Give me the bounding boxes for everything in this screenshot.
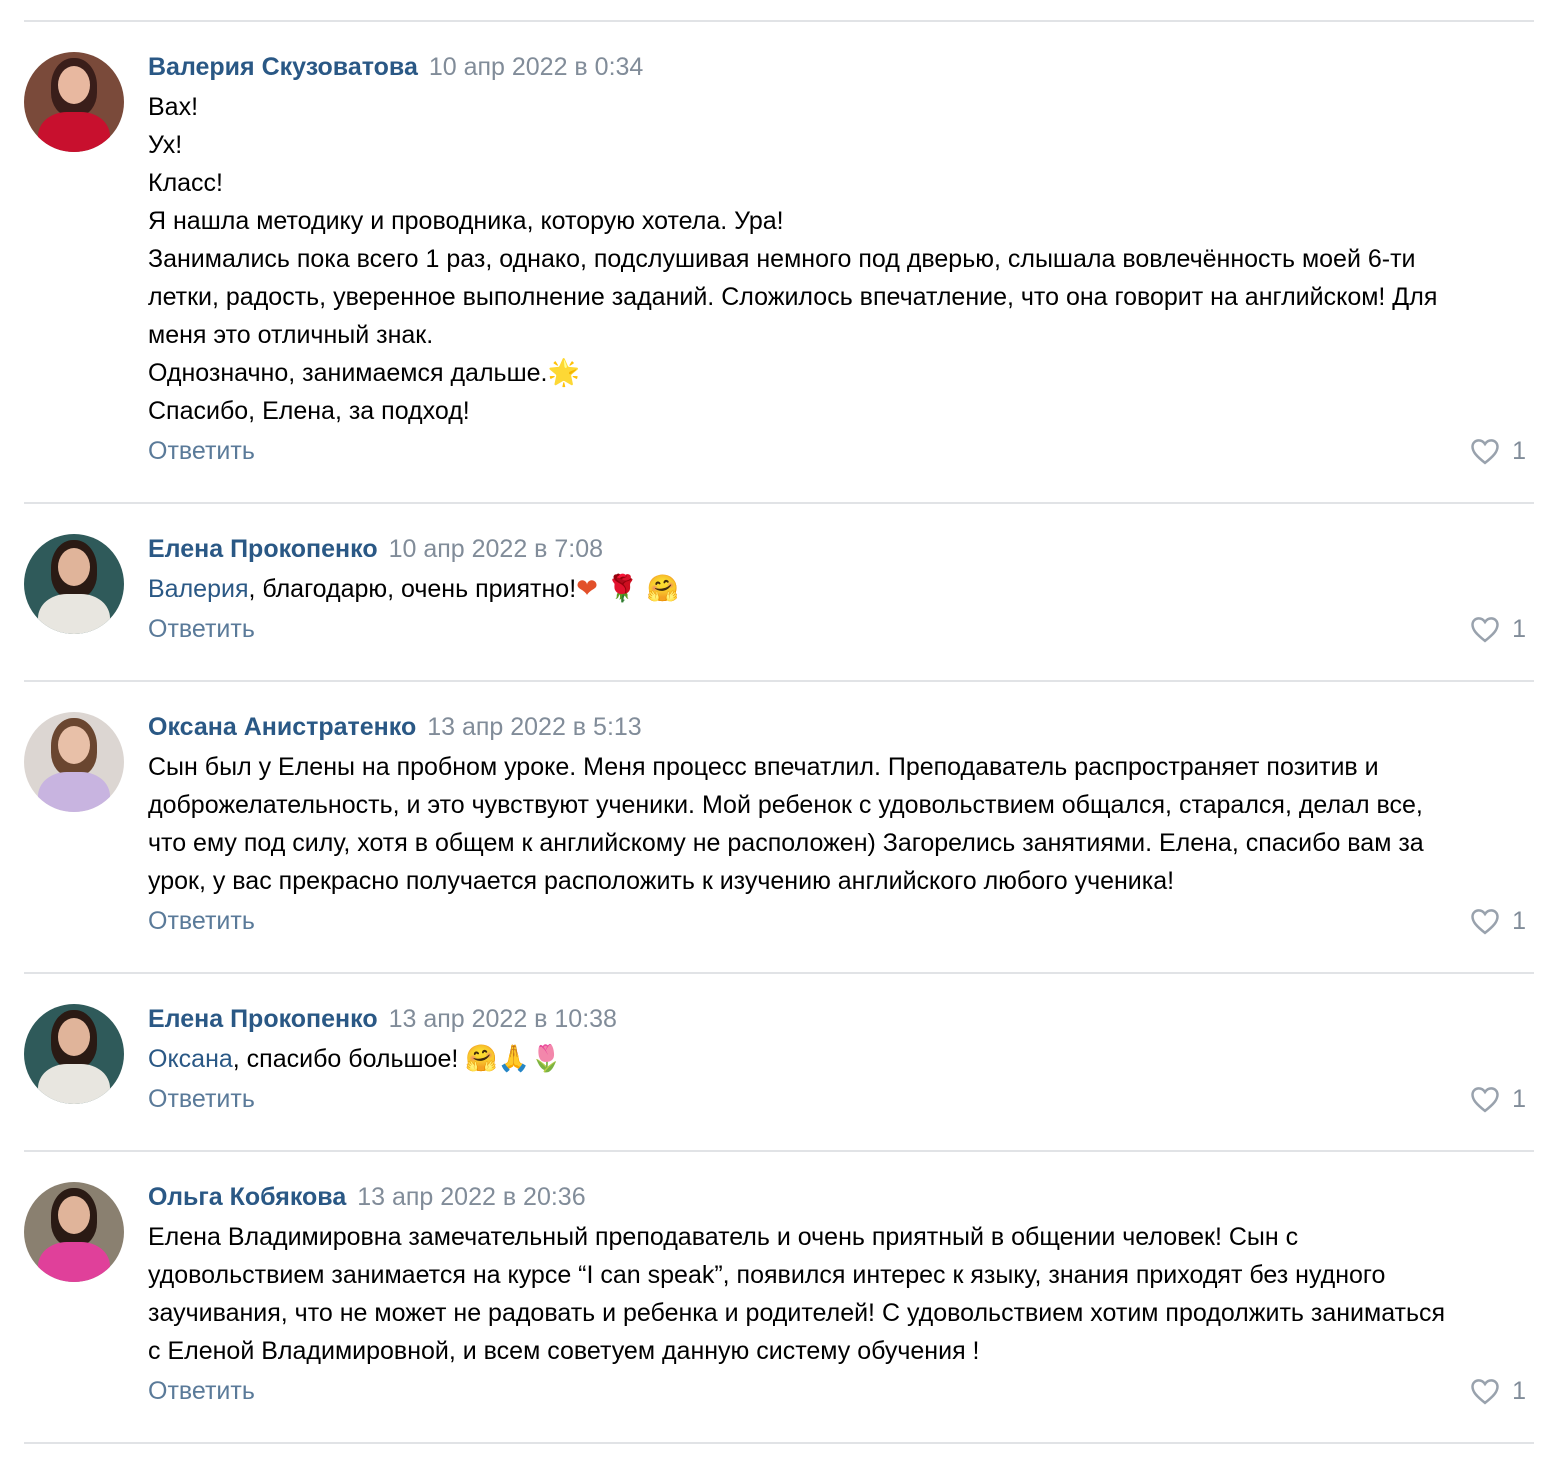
heart-icon — [1471, 1087, 1499, 1113]
avatar-body — [38, 1064, 110, 1104]
comment: Елена Прокопенко 10 апр 2022 в 7:08 Вале… — [24, 504, 1534, 680]
text-line-content: , благодарю, очень приятно! — [248, 575, 577, 603]
author-name[interactable]: Елена Прокопенко — [148, 1005, 378, 1033]
text-line-content: , спасибо большое! — [232, 1045, 466, 1073]
comment-text: Елена Владимировна замечательный препода… — [148, 1218, 1534, 1370]
avatar-body — [38, 112, 110, 152]
reply-button[interactable]: Ответить — [148, 1085, 255, 1113]
author-name[interactable]: Елена Прокопенко — [148, 535, 378, 563]
comment-text: Валерия, благодарю, очень приятно!❤ 🌹 🤗 — [148, 570, 1534, 608]
avatar-body — [38, 772, 110, 812]
comment-date[interactable]: 13 апр 2022 в 20:36 — [357, 1183, 585, 1211]
avatar-face — [58, 1196, 90, 1234]
avatar[interactable] — [24, 52, 124, 152]
reply-button[interactable]: Ответить — [148, 615, 255, 643]
reply-button[interactable]: Ответить — [148, 1377, 255, 1405]
text-line: Занимались пока всего 1 раз, однако, под… — [148, 245, 1416, 273]
author-name[interactable]: Ольга Кобякова — [148, 1183, 346, 1211]
comment-text: Вах! Ух! Класс! Я нашла методику и прово… — [148, 88, 1534, 430]
text-line: Сын был у Елены на пробном уроке. Меня п… — [148, 753, 1379, 781]
emoji-icons: 🤗🙏🌷 — [465, 1044, 563, 1074]
like-count: 1 — [1512, 437, 1526, 465]
avatar-face — [58, 726, 90, 764]
comment-text: Сын был у Елены на пробном уроке. Меня п… — [148, 748, 1534, 900]
like-count: 1 — [1512, 907, 1526, 935]
like-count: 1 — [1512, 1377, 1526, 1405]
text-line: удовольствием занимается на курсе “I can… — [148, 1261, 1386, 1289]
heart-icon — [1471, 909, 1499, 935]
star-emoji-icon: 🌟 — [547, 358, 580, 388]
like-button[interactable]: 1 — [1470, 614, 1526, 644]
text-line: Я нашла методику и проводника, которую х… — [148, 207, 784, 235]
avatar-face — [58, 66, 90, 104]
heart-icon — [1471, 439, 1499, 465]
text-line: Однозначно, занимаемся дальше.🌟 — [148, 354, 1534, 392]
text-line: урок, у вас прекрасно получается располо… — [148, 867, 1175, 895]
comment: Ольга Кобякова 13 апр 2022 в 20:36 Елена… — [24, 1152, 1534, 1442]
like-button[interactable]: 1 — [1470, 436, 1526, 466]
reply-button[interactable]: Ответить — [148, 437, 255, 465]
avatar[interactable] — [24, 534, 124, 634]
comment-date[interactable]: 13 апр 2022 в 5:13 — [427, 713, 642, 741]
like-count: 1 — [1512, 615, 1526, 643]
mention-link[interactable]: Оксана — [148, 1045, 233, 1073]
text-line: Елена Владимировна замечательный препода… — [148, 1223, 1299, 1251]
emoji-icons: ❤ 🌹 🤗 — [576, 574, 680, 604]
like-button[interactable]: 1 — [1470, 906, 1526, 936]
comment-date[interactable]: 13 апр 2022 в 10:38 — [389, 1005, 617, 1033]
comment: Валерия Скузоватова 10 апр 2022 в 0:34 В… — [24, 22, 1534, 502]
text-line: с Еленой Владимировной, и всем советуем … — [148, 1337, 980, 1365]
text-line: Класс! — [148, 169, 223, 197]
like-button[interactable]: 1 — [1470, 1376, 1526, 1406]
text-line: заучивания, что не может не радовать и р… — [148, 1299, 1446, 1327]
text-line: доброжелательность, и это чувствуют учен… — [148, 791, 1423, 819]
comment-text: Оксана, спасибо большое! 🤗🙏🌷 — [148, 1040, 1534, 1078]
comments-list: Валерия Скузоватова 10 апр 2022 в 0:34 В… — [24, 20, 1534, 1444]
text-line-content: Однозначно, занимаемся дальше. — [148, 359, 548, 387]
text-line: Оксана, спасибо большое! 🤗🙏🌷 — [148, 1040, 1534, 1078]
text-line: что ему под силу, хотя в общем к английс… — [148, 829, 1424, 857]
text-line: Спасибо, Елена, за подход! — [148, 397, 470, 425]
avatar-face — [58, 1018, 90, 1056]
avatar-body — [38, 594, 110, 634]
comment-date[interactable]: 10 апр 2022 в 7:08 — [389, 535, 604, 563]
avatar-face — [58, 548, 90, 586]
reply-button[interactable]: Ответить — [148, 907, 255, 935]
text-line: меня это отличный знак. — [148, 321, 434, 349]
comment: Оксана Анистратенко 13 апр 2022 в 5:13 С… — [24, 682, 1534, 972]
like-count: 1 — [1512, 1085, 1526, 1113]
avatar-body — [38, 1242, 110, 1282]
comment-date[interactable]: 10 апр 2022 в 0:34 — [429, 53, 644, 81]
like-button[interactable]: 1 — [1470, 1084, 1526, 1114]
text-line: Ух! — [148, 131, 183, 159]
text-line: Вах! — [148, 93, 199, 121]
heart-icon — [1471, 617, 1499, 643]
text-line: Валерия, благодарю, очень приятно!❤ 🌹 🤗 — [148, 570, 1534, 608]
heart-icon — [1471, 1379, 1499, 1405]
avatar[interactable] — [24, 1182, 124, 1282]
mention-link[interactable]: Валерия — [148, 575, 248, 603]
author-name[interactable]: Валерия Скузоватова — [148, 53, 418, 81]
text-line: летки, радость, уверенное выполнение зад… — [148, 283, 1438, 311]
divider — [24, 1442, 1534, 1444]
avatar[interactable] — [24, 1004, 124, 1104]
avatar[interactable] — [24, 712, 124, 812]
author-name[interactable]: Оксана Анистратенко — [148, 713, 416, 741]
comment: Елена Прокопенко 13 апр 2022 в 10:38 Окс… — [24, 974, 1534, 1150]
